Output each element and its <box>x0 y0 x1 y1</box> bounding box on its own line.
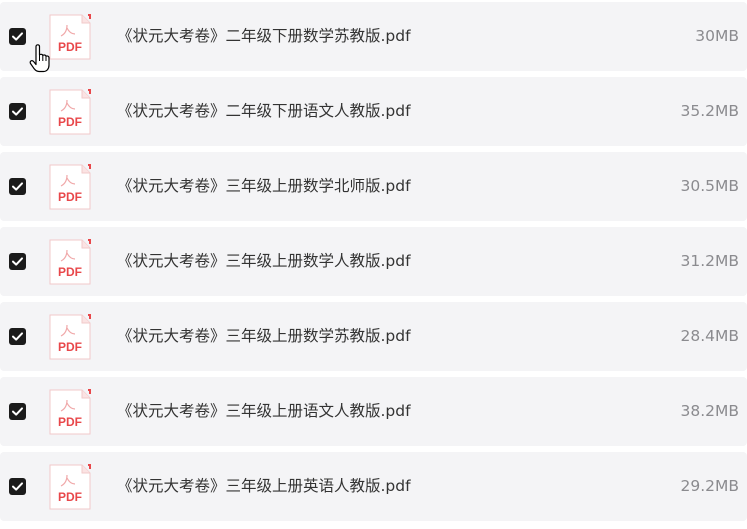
select-checkbox[interactable] <box>9 403 26 420</box>
pdf-file-icon: PDF <box>49 389 91 435</box>
select-checkbox[interactable] <box>9 28 26 45</box>
checkmark-icon <box>12 257 23 266</box>
pdf-file-icon: PDF <box>49 164 91 210</box>
file-row[interactable]: PDF 《状元大考卷》三年级上册数学北师版.pdf 30.5MB <box>0 152 747 221</box>
file-name[interactable]: 《状元大考卷》三年级上册英语人教版.pdf <box>117 476 411 496</box>
pdf-label: PDF <box>58 340 82 354</box>
file-size: 38.2MB <box>680 402 739 420</box>
pdf-file-icon: PDF <box>49 89 91 135</box>
checkmark-icon <box>12 32 23 41</box>
file-size: 35.2MB <box>680 102 739 120</box>
pdf-file-icon: PDF <box>49 314 91 360</box>
pdf-label: PDF <box>58 490 82 504</box>
select-checkbox[interactable] <box>9 328 26 345</box>
file-row[interactable]: PDF 《状元大考卷》二年级下册数学苏教版.pdf 30MB <box>0 2 747 71</box>
select-checkbox[interactable] <box>9 478 26 495</box>
file-name[interactable]: 《状元大考卷》三年级上册数学北师版.pdf <box>117 176 411 196</box>
pdf-label: PDF <box>58 265 82 279</box>
file-row[interactable]: PDF 《状元大考卷》三年级上册数学人教版.pdf 31.2MB <box>0 227 747 296</box>
pdf-file-icon: PDF <box>49 14 91 60</box>
file-size: 30MB <box>695 27 739 45</box>
file-name[interactable]: 《状元大考卷》二年级下册语文人教版.pdf <box>117 101 411 121</box>
file-size: 31.2MB <box>680 252 739 270</box>
select-checkbox[interactable] <box>9 103 26 120</box>
file-name[interactable]: 《状元大考卷》二年级下册数学苏教版.pdf <box>117 26 411 46</box>
file-row[interactable]: PDF 《状元大考卷》三年级上册数学苏教版.pdf 28.4MB <box>0 302 747 371</box>
checkmark-icon <box>12 182 23 191</box>
file-name[interactable]: 《状元大考卷》三年级上册数学苏教版.pdf <box>117 326 411 346</box>
pdf-file-icon: PDF <box>49 464 91 510</box>
file-size: 30.5MB <box>680 177 739 195</box>
file-row[interactable]: PDF 《状元大考卷》三年级上册英语人教版.pdf 29.2MB <box>0 452 747 521</box>
file-row[interactable]: PDF 《状元大考卷》三年级上册语文人教版.pdf 38.2MB <box>0 377 747 446</box>
file-list: PDF 《状元大考卷》二年级下册数学苏教版.pdf 30MB PDF 《状元大考… <box>0 0 747 529</box>
pdf-label: PDF <box>58 40 82 54</box>
checkmark-icon <box>12 407 23 416</box>
checkmark-icon <box>12 332 23 341</box>
checkmark-icon <box>12 482 23 491</box>
checkmark-icon <box>12 107 23 116</box>
pdf-label: PDF <box>58 190 82 204</box>
file-name[interactable]: 《状元大考卷》三年级上册数学人教版.pdf <box>117 251 411 271</box>
select-checkbox[interactable] <box>9 178 26 195</box>
select-checkbox[interactable] <box>9 253 26 270</box>
file-name[interactable]: 《状元大考卷》三年级上册语文人教版.pdf <box>117 401 411 421</box>
pdf-label: PDF <box>58 415 82 429</box>
file-row[interactable]: PDF 《状元大考卷》二年级下册语文人教版.pdf 35.2MB <box>0 77 747 146</box>
file-size: 29.2MB <box>680 477 739 495</box>
pdf-file-icon: PDF <box>49 239 91 285</box>
file-size: 28.4MB <box>680 327 739 345</box>
pdf-label: PDF <box>58 115 82 129</box>
